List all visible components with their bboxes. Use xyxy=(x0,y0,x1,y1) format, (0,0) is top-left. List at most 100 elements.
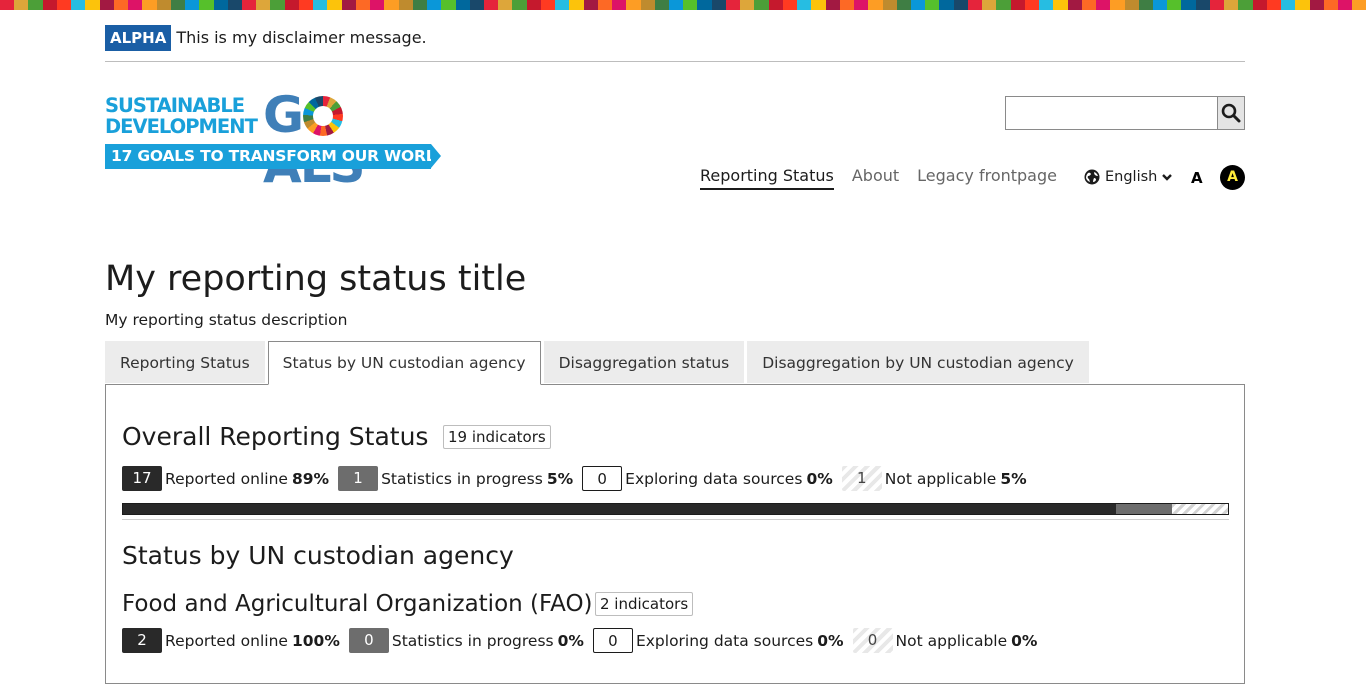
stripe-segment xyxy=(1224,0,1239,10)
stripe-segment xyxy=(669,0,684,10)
stripe-segment xyxy=(42,0,57,10)
reported-percent: 89% xyxy=(291,469,330,488)
search-input[interactable] xyxy=(1006,97,1217,129)
stripe-segment xyxy=(569,0,584,10)
not-applicable-percent: 5% xyxy=(1000,469,1027,488)
stripe-segment xyxy=(996,0,1011,10)
stripe-segment xyxy=(441,0,456,10)
stripe-segment xyxy=(270,0,285,10)
exploring-count: 0 xyxy=(582,466,623,491)
sdg-logo[interactable]: SUSTAINABLE DEVELOPMENT GALS 17 GOALS TO… xyxy=(105,90,448,190)
agency-legend-exploring: 0 Exploring data sources 0% xyxy=(592,628,844,653)
nav-about[interactable]: About xyxy=(852,166,899,190)
sdg-color-stripe xyxy=(0,0,1366,10)
stripe-segment xyxy=(697,0,712,10)
stripe-segment xyxy=(825,0,840,10)
tab-disaggregation-by-custodian[interactable]: Disaggregation by UN custodian agency xyxy=(747,341,1089,383)
stripe-segment xyxy=(1039,0,1054,10)
stripe-segment xyxy=(526,0,541,10)
stripe-segment xyxy=(797,0,812,10)
overall-progress-bar xyxy=(122,503,1229,515)
stripe-segment xyxy=(469,0,484,10)
stripe-segment xyxy=(896,0,911,10)
stripe-segment xyxy=(612,0,627,10)
stripe-segment xyxy=(56,0,72,10)
stripe-segment xyxy=(654,0,670,10)
stripe-segment xyxy=(1067,0,1082,10)
stripe-segment xyxy=(128,0,143,10)
tab-panel: Overall Reporting Status 19 indicators 1… xyxy=(105,384,1245,684)
stripe-segment xyxy=(725,0,741,10)
stripe-segment xyxy=(626,0,641,10)
stripe-segment xyxy=(967,0,983,10)
stripe-segment xyxy=(1295,0,1310,10)
agency-not-applicable-count: 0 xyxy=(852,628,893,653)
stripe-segment xyxy=(156,0,171,10)
stripe-segment xyxy=(455,0,470,10)
logo-banner-tip xyxy=(431,144,441,168)
language-selector[interactable]: English xyxy=(1084,167,1173,187)
stripe-segment xyxy=(284,0,299,10)
contrast-normal-button[interactable]: A xyxy=(1191,168,1203,188)
stripe-segment xyxy=(782,0,798,10)
stripe-segment xyxy=(1010,0,1025,10)
stripe-segment xyxy=(227,0,242,10)
stripe-segment xyxy=(640,0,655,10)
stripe-segment xyxy=(99,0,114,10)
stripe-segment xyxy=(1238,0,1253,10)
stripe-segment xyxy=(170,0,186,10)
stripe-segment xyxy=(854,0,869,10)
agency-not-applicable-label: Not applicable xyxy=(895,631,1008,650)
stripe-segment xyxy=(427,0,442,10)
stripe-segment xyxy=(341,0,356,10)
stripe-segment xyxy=(142,0,157,10)
stripe-segment xyxy=(1124,0,1139,10)
stripe-segment xyxy=(882,0,897,10)
stripe-segment xyxy=(0,0,15,10)
stripe-segment xyxy=(982,0,997,10)
stripe-segment xyxy=(1053,0,1068,10)
nav-reporting-status[interactable]: Reporting Status xyxy=(700,166,834,190)
stripe-segment xyxy=(1167,0,1182,10)
stripe-segment xyxy=(583,0,598,10)
contrast-high-button[interactable]: A xyxy=(1220,165,1245,190)
reported-count: 17 xyxy=(122,466,162,491)
stripe-segment xyxy=(398,0,413,10)
language-label: English xyxy=(1105,169,1158,185)
search-button[interactable] xyxy=(1217,97,1244,129)
stripe-segment xyxy=(925,0,940,10)
stripe-segment xyxy=(1209,0,1225,10)
reported-label: Reported online xyxy=(165,469,288,488)
agency-in-progress-label: Statistics in progress xyxy=(391,631,554,650)
exploring-label: Exploring data sources xyxy=(625,469,803,488)
tab-reporting-status[interactable]: Reporting Status xyxy=(105,341,265,383)
stripe-segment xyxy=(1110,0,1125,10)
page-title: My reporting status title xyxy=(105,259,527,299)
nav-legacy-frontpage[interactable]: Legacy frontpage xyxy=(917,166,1057,190)
progress-segment-in-progress xyxy=(1116,504,1173,514)
tab-status-by-custodian[interactable]: Status by UN custodian agency xyxy=(267,341,541,385)
stripe-segment xyxy=(555,0,570,10)
chevron-down-icon xyxy=(1162,174,1173,181)
search-icon xyxy=(1221,103,1241,123)
section-divider xyxy=(122,519,1229,520)
stripe-segment xyxy=(384,0,399,10)
not-applicable-count: 1 xyxy=(841,466,882,491)
agency-in-progress-count: 0 xyxy=(348,628,389,653)
legend-not-applicable: 1 Not applicable 5% xyxy=(841,466,1027,491)
stripe-segment xyxy=(185,0,200,10)
stripe-segment xyxy=(355,0,371,10)
tab-disaggregation-status[interactable]: Disaggregation status xyxy=(543,341,745,383)
stripe-segment xyxy=(14,0,29,10)
stripe-segment xyxy=(1152,0,1168,10)
stripe-segment xyxy=(412,0,428,10)
legend-exploring: 0 Exploring data sources 0% xyxy=(582,466,833,491)
stripe-segment xyxy=(1338,0,1353,10)
stripe-segment xyxy=(498,0,513,10)
stripe-segment xyxy=(28,0,43,10)
stripe-segment xyxy=(1138,0,1153,10)
agency-reported-label: Reported online xyxy=(165,631,288,650)
stripe-segment xyxy=(113,0,129,10)
in-progress-count: 1 xyxy=(338,466,379,491)
in-progress-percent: 5% xyxy=(546,469,574,488)
